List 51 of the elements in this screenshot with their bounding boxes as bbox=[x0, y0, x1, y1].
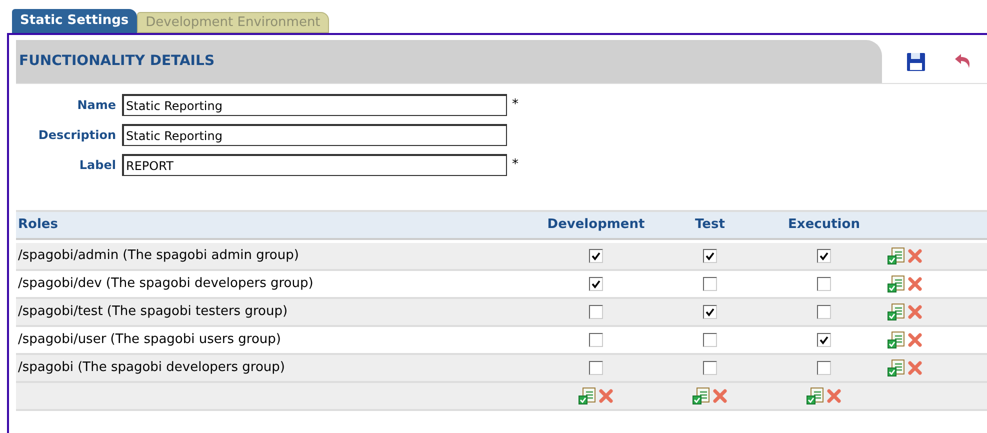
close-icon[interactable] bbox=[907, 332, 923, 348]
required-mark: * bbox=[512, 156, 518, 174]
text-field[interactable]: REPORT bbox=[122, 154, 507, 176]
select-all-icon[interactable] bbox=[806, 387, 824, 405]
column-header: Roles bbox=[17, 216, 59, 234]
checkbox[interactable] bbox=[589, 277, 603, 291]
select-all-icon[interactable] bbox=[578, 387, 596, 405]
text-field[interactable]: Static Reporting bbox=[122, 124, 507, 146]
select-all-icon[interactable] bbox=[887, 303, 905, 321]
close-icon[interactable] bbox=[907, 276, 923, 292]
select-all-icon[interactable] bbox=[887, 359, 905, 377]
checkbox[interactable] bbox=[589, 249, 603, 263]
role-name: /spagobi/user (The spagobi users group) bbox=[17, 331, 282, 350]
checkbox[interactable] bbox=[703, 249, 717, 263]
close-icon[interactable] bbox=[907, 248, 923, 264]
checkbox[interactable] bbox=[817, 333, 831, 347]
field-label: Name bbox=[76, 97, 117, 113]
close-icon[interactable] bbox=[907, 360, 923, 376]
select-all-icon[interactable] bbox=[887, 247, 905, 265]
role-name: /spagobi/admin (The spagobi admin group) bbox=[17, 247, 300, 266]
field-label: Description bbox=[37, 127, 117, 143]
column-header: Test bbox=[694, 216, 726, 234]
required-mark: * bbox=[512, 96, 518, 114]
tab[interactable]: Static Settings bbox=[12, 9, 137, 33]
select-all-icon[interactable] bbox=[887, 275, 905, 293]
checkbox[interactable] bbox=[703, 277, 717, 291]
checkbox[interactable] bbox=[589, 305, 603, 319]
checkbox[interactable] bbox=[817, 277, 831, 291]
select-all-icon[interactable] bbox=[692, 387, 710, 405]
field-label: Label bbox=[78, 157, 117, 173]
checkbox[interactable] bbox=[817, 361, 831, 375]
checkbox[interactable] bbox=[703, 361, 717, 375]
checkbox[interactable] bbox=[589, 333, 603, 347]
select-all-icon[interactable] bbox=[887, 331, 905, 349]
checkbox[interactable] bbox=[589, 361, 603, 375]
role-name: /spagobi/dev (The spagobi developers group) bbox=[17, 275, 314, 294]
close-icon[interactable] bbox=[907, 304, 923, 320]
close-icon[interactable] bbox=[826, 388, 842, 404]
column-header: Execution bbox=[787, 216, 861, 234]
checkbox[interactable] bbox=[703, 305, 717, 319]
panel-title: FUNCTIONALITY DETAILS bbox=[19, 52, 215, 71]
text-field[interactable]: Static Reporting bbox=[122, 94, 507, 116]
role-name: /spagobi (The spagobi developers group) bbox=[17, 359, 286, 378]
save-icon[interactable] bbox=[906, 52, 926, 72]
checkbox[interactable] bbox=[817, 305, 831, 319]
close-icon[interactable] bbox=[712, 388, 728, 404]
checkbox[interactable] bbox=[703, 333, 717, 347]
checkbox[interactable] bbox=[817, 249, 831, 263]
role-name: /spagobi/test (The spagobi testers group) bbox=[17, 303, 289, 322]
close-icon[interactable] bbox=[598, 388, 614, 404]
column-header: Development bbox=[546, 216, 646, 234]
